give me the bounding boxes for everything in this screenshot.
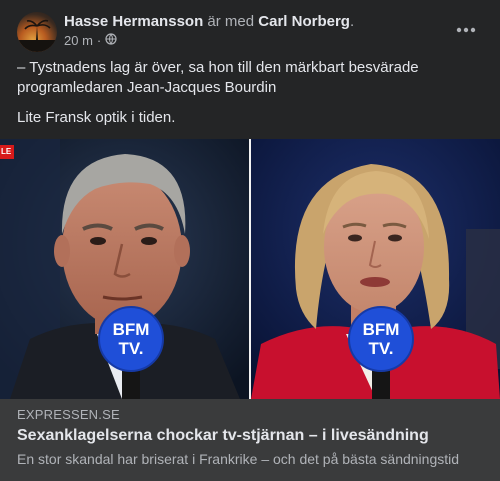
link-headline[interactable]: Sexanklagelserna chockar tv-stjärnan – i…	[17, 427, 429, 445]
woman-portrait-illustration: BFM TV.	[251, 139, 500, 399]
tagged-person-name[interactable]: Carl Norberg	[258, 13, 350, 30]
globe-icon[interactable]	[105, 33, 117, 48]
link-domain: EXPRESSEN.SE	[17, 407, 120, 422]
post-text-line: – Tystnadens lag är över, sa hon till de…	[17, 59, 419, 96]
link-preview[interactable]: EXPRESSEN.SE Sexanklagelserna chockar tv…	[0, 399, 500, 481]
with-text: är med	[207, 13, 255, 30]
post-timestamp[interactable]: 20 m	[64, 33, 93, 48]
meta-separator: ·	[96, 33, 102, 48]
live-tag: LE	[0, 145, 14, 159]
link-description: En stor skandal har briserat i Frankrike…	[17, 451, 460, 467]
author-line: Hasse Hermansson är med Carl Norberg.	[64, 12, 354, 32]
author-avatar[interactable]	[17, 12, 57, 52]
post-image[interactable]: BFM TV. LE BFM TV.	[0, 139, 500, 399]
author-name[interactable]: Hasse Hermansson	[64, 13, 203, 30]
facebook-post: Hasse Hermansson är med Carl Norberg. 20…	[0, 0, 500, 481]
mic-logo-bfm: BFM	[113, 320, 150, 339]
mic-logo-tv: TV.	[369, 339, 394, 358]
post-text: – Tystnadens lag är över, sa hon till de…	[17, 58, 477, 138]
mic-logo-bfm: BFM	[363, 320, 400, 339]
post-text-line: Lite Fransk optik i tiden.	[17, 109, 176, 126]
ellipsis-icon[interactable]	[450, 14, 482, 46]
mic-logo-tv: TV.	[119, 339, 144, 358]
man-portrait-illustration: BFM TV.	[0, 139, 249, 399]
image-panel-right: BFM TV.	[251, 139, 500, 399]
period: .	[349, 13, 355, 30]
post-meta: 20 m ·	[64, 33, 117, 48]
image-panel-left: BFM TV. LE	[0, 139, 249, 399]
